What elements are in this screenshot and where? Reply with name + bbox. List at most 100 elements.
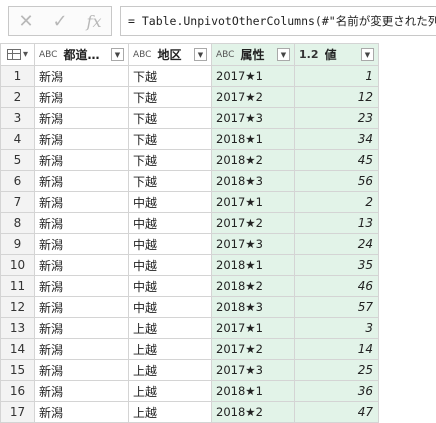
cell-district[interactable]: 下越 (128, 170, 212, 192)
table-row[interactable]: 3 新潟 下越 2017★3 23 (0, 107, 379, 129)
column-header-prefecture[interactable]: ABC 都道府… ▼ (34, 43, 129, 66)
row-number[interactable]: 13 (0, 317, 35, 339)
cell-prefecture[interactable]: 新潟 (34, 191, 129, 213)
table-row[interactable]: 17 新潟 上越 2018★2 47 (0, 401, 379, 423)
row-number[interactable]: 11 (0, 275, 35, 297)
cell-value[interactable]: 3 (294, 317, 379, 339)
table-row[interactable]: 6 新潟 下越 2018★3 56 (0, 170, 379, 192)
column-header-value[interactable]: 1.2 値 ▼ (294, 43, 379, 66)
cell-district[interactable]: 上越 (128, 317, 212, 339)
cell-value[interactable]: 45 (294, 149, 379, 171)
cell-value[interactable]: 36 (294, 380, 379, 402)
cell-value[interactable]: 12 (294, 86, 379, 108)
table-row[interactable]: 8 新潟 中越 2017★2 13 (0, 212, 379, 234)
cell-district[interactable]: 中越 (128, 254, 212, 276)
fx-icon[interactable]: fx (80, 12, 108, 31)
cell-prefecture[interactable]: 新潟 (34, 338, 129, 360)
cell-attribute[interactable]: 2017★3 (211, 359, 295, 381)
cell-prefecture[interactable]: 新潟 (34, 233, 129, 255)
cell-value[interactable]: 35 (294, 254, 379, 276)
cell-prefecture[interactable]: 新潟 (34, 149, 129, 171)
row-number[interactable]: 16 (0, 380, 35, 402)
cell-value[interactable]: 56 (294, 170, 379, 192)
cell-attribute[interactable]: 2017★1 (211, 191, 295, 213)
cell-prefecture[interactable]: 新潟 (34, 212, 129, 234)
cell-attribute[interactable]: 2018★2 (211, 149, 295, 171)
text-type-icon[interactable]: ABC (216, 50, 234, 60)
row-number[interactable]: 5 (0, 149, 35, 171)
cell-attribute[interactable]: 2018★2 (211, 401, 295, 423)
row-number[interactable]: 10 (0, 254, 35, 276)
row-number[interactable]: 1 (0, 65, 35, 87)
cell-district[interactable]: 下越 (128, 86, 212, 108)
cell-attribute[interactable]: 2017★1 (211, 65, 295, 87)
cell-district[interactable]: 中越 (128, 296, 212, 318)
row-number[interactable]: 17 (0, 401, 35, 423)
cancel-icon[interactable]: ✕ (12, 11, 40, 32)
cell-district[interactable]: 上越 (128, 380, 212, 402)
cell-attribute[interactable]: 2018★3 (211, 170, 295, 192)
cell-district[interactable]: 中越 (128, 191, 212, 213)
table-row[interactable]: 12 新潟 中越 2018★3 57 (0, 296, 379, 318)
cell-attribute[interactable]: 2017★1 (211, 317, 295, 339)
cell-district[interactable]: 中越 (128, 275, 212, 297)
cell-value[interactable]: 47 (294, 401, 379, 423)
table-row[interactable]: 1 新潟 下越 2017★1 1 (0, 65, 379, 87)
decimal-type-icon[interactable]: 1.2 (299, 48, 319, 61)
cell-district[interactable]: 上越 (128, 338, 212, 360)
row-number[interactable]: 14 (0, 338, 35, 360)
row-number[interactable]: 9 (0, 233, 35, 255)
cell-district[interactable]: 中越 (128, 233, 212, 255)
row-number[interactable]: 15 (0, 359, 35, 381)
cell-district[interactable]: 下越 (128, 65, 212, 87)
cell-attribute[interactable]: 2018★1 (211, 128, 295, 150)
cell-attribute[interactable]: 2017★2 (211, 86, 295, 108)
text-type-icon[interactable]: ABC (133, 50, 151, 60)
row-number[interactable]: 3 (0, 107, 35, 129)
column-header-attribute[interactable]: ABC 属性 ▼ (211, 43, 295, 66)
text-type-icon[interactable]: ABC (39, 50, 57, 60)
table-row[interactable]: 7 新潟 中越 2017★1 2 (0, 191, 379, 213)
cell-attribute[interactable]: 2018★2 (211, 275, 295, 297)
table-row[interactable]: 10 新潟 中越 2018★1 35 (0, 254, 379, 276)
cell-attribute[interactable]: 2017★2 (211, 338, 295, 360)
cell-prefecture[interactable]: 新潟 (34, 128, 129, 150)
filter-dropdown-icon[interactable]: ▼ (194, 48, 207, 61)
filter-dropdown-icon[interactable]: ▼ (277, 48, 290, 61)
cell-value[interactable]: 23 (294, 107, 379, 129)
row-number[interactable]: 12 (0, 296, 35, 318)
cell-district[interactable]: 下越 (128, 107, 212, 129)
cell-attribute[interactable]: 2017★2 (211, 212, 295, 234)
column-header-district[interactable]: ABC 地区 ▼ (128, 43, 212, 66)
row-number[interactable]: 8 (0, 212, 35, 234)
cell-district[interactable]: 上越 (128, 401, 212, 423)
table-row[interactable]: 13 新潟 上越 2017★1 3 (0, 317, 379, 339)
row-number[interactable]: 6 (0, 170, 35, 192)
cell-prefecture[interactable]: 新潟 (34, 65, 129, 87)
table-row[interactable]: 11 新潟 中越 2018★2 46 (0, 275, 379, 297)
cell-attribute[interactable]: 2017★3 (211, 107, 295, 129)
cell-value[interactable]: 13 (294, 212, 379, 234)
table-menu-button[interactable]: ▾ (0, 43, 35, 66)
cell-attribute[interactable]: 2018★1 (211, 254, 295, 276)
cell-prefecture[interactable]: 新潟 (34, 359, 129, 381)
row-number[interactable]: 2 (0, 86, 35, 108)
cell-prefecture[interactable]: 新潟 (34, 317, 129, 339)
cell-district[interactable]: 上越 (128, 359, 212, 381)
table-row[interactable]: 15 新潟 上越 2017★3 25 (0, 359, 379, 381)
cell-attribute[interactable]: 2017★3 (211, 233, 295, 255)
cell-prefecture[interactable]: 新潟 (34, 401, 129, 423)
cell-prefecture[interactable]: 新潟 (34, 296, 129, 318)
cell-prefecture[interactable]: 新潟 (34, 86, 129, 108)
table-row[interactable]: 9 新潟 中越 2017★3 24 (0, 233, 379, 255)
row-number[interactable]: 4 (0, 128, 35, 150)
cell-prefecture[interactable]: 新潟 (34, 275, 129, 297)
cell-prefecture[interactable]: 新潟 (34, 380, 129, 402)
confirm-icon[interactable]: ✓ (46, 11, 74, 32)
cell-district[interactable]: 下越 (128, 128, 212, 150)
filter-dropdown-icon[interactable]: ▼ (111, 48, 124, 61)
cell-value[interactable]: 24 (294, 233, 379, 255)
cell-prefecture[interactable]: 新潟 (34, 107, 129, 129)
cell-value[interactable]: 14 (294, 338, 379, 360)
table-row[interactable]: 2 新潟 下越 2017★2 12 (0, 86, 379, 108)
